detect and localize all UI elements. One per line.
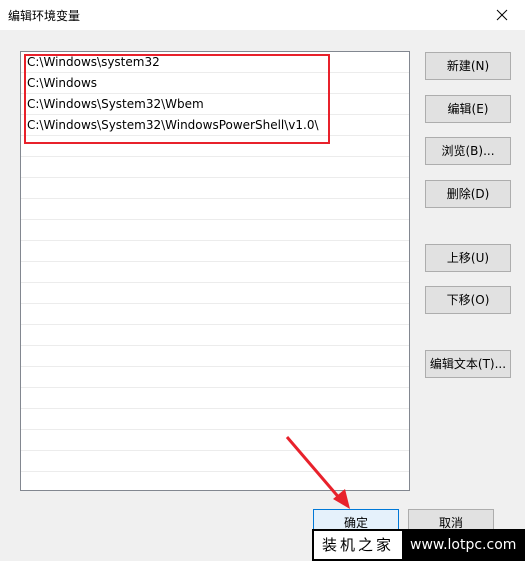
watermark-brand: 装机之家	[314, 531, 403, 559]
window-title: 编辑环境变量	[8, 9, 81, 23]
new-button[interactable]: 新建(N)	[425, 52, 511, 80]
delete-button[interactable]: 删除(D)	[425, 180, 511, 208]
empty-row[interactable]	[21, 241, 409, 262]
list-item[interactable]: C:\Windows\system32	[21, 52, 409, 73]
empty-row[interactable]	[21, 451, 409, 472]
empty-row[interactable]	[21, 136, 409, 157]
list-item[interactable]: C:\Windows\System32\WindowsPowerShell\v1…	[21, 115, 409, 136]
list-item[interactable]: C:\Windows	[21, 73, 409, 94]
empty-row[interactable]	[21, 283, 409, 304]
empty-row[interactable]	[21, 388, 409, 409]
empty-row[interactable]	[21, 157, 409, 178]
close-button[interactable]	[479, 0, 525, 30]
title-bar: 编辑环境变量	[0, 0, 525, 30]
empty-row[interactable]	[21, 304, 409, 325]
edit-button[interactable]: 编辑(E)	[425, 95, 511, 123]
list-item[interactable]: C:\Windows\System32\Wbem	[21, 94, 409, 115]
move-up-button[interactable]: 上移(U)	[425, 244, 511, 272]
empty-row[interactable]	[21, 472, 409, 490]
close-icon	[496, 9, 508, 21]
empty-row[interactable]	[21, 409, 409, 430]
path-list[interactable]: C:\Windows\system32 C:\Windows C:\Window…	[20, 51, 410, 491]
edit-text-button[interactable]: 编辑文本(T)...	[425, 350, 511, 378]
watermark-url: www.lotpc.com	[410, 537, 517, 553]
edit-env-variable-dialog: 编辑环境变量 C:\Windows\system32 C:\Windows C:…	[0, 0, 525, 561]
watermark: 装机之家 www.lotpc.com	[312, 529, 525, 561]
empty-row[interactable]	[21, 325, 409, 346]
move-down-button[interactable]: 下移(O)	[425, 286, 511, 314]
empty-row[interactable]	[21, 199, 409, 220]
empty-row[interactable]	[21, 367, 409, 388]
empty-row[interactable]	[21, 430, 409, 451]
empty-row[interactable]	[21, 346, 409, 367]
browse-button[interactable]: 浏览(B)...	[425, 137, 511, 165]
empty-row[interactable]	[21, 220, 409, 241]
empty-row[interactable]	[21, 262, 409, 283]
empty-row[interactable]	[21, 178, 409, 199]
